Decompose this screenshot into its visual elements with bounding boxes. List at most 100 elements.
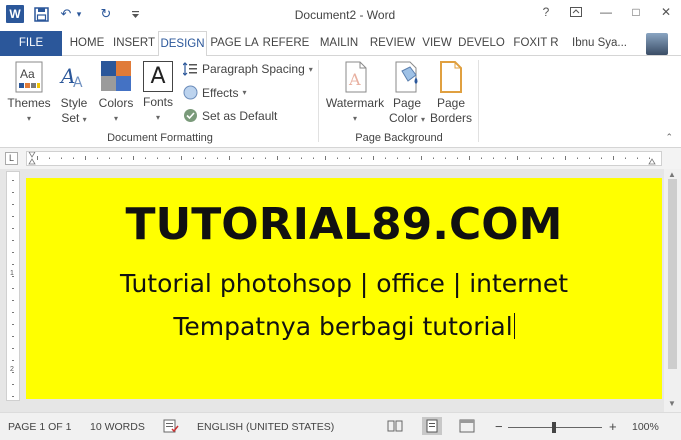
watermark-dropdown-icon: ▾ [352,114,357,123]
undo-icon[interactable]: ↶ [58,6,74,22]
ruler-tick [241,157,242,159]
tab-file[interactable]: FILE [0,31,62,56]
zoom-out-button[interactable]: − [495,419,503,434]
help-icon[interactable]: ? [531,0,561,24]
tab-selector[interactable]: L [5,152,18,165]
ruler-tick [385,157,386,159]
tab-page-layout[interactable]: PAGE LA [209,31,260,56]
effects-icon [183,85,198,100]
ruler-tick [481,157,482,159]
horizontal-ruler[interactable] [26,151,662,166]
minimize-icon[interactable]: — [591,0,621,24]
themes-dropdown-icon: ▾ [26,114,31,123]
save-icon[interactable] [33,6,49,22]
colors-button[interactable]: Colors ▾ [97,61,135,126]
style-set-label-1: Style [60,96,88,110]
customize-qat-icon[interactable] [127,6,143,22]
restore-icon[interactable]: □ [621,0,651,24]
print-layout-icon[interactable] [422,417,442,435]
tab-view[interactable]: VIEW [420,31,454,56]
ruler-tick [529,157,530,159]
page-borders-label-2: Borders [429,111,473,125]
paragraph-spacing-icon [183,62,197,76]
watermark-button[interactable]: A Watermark ▾ [324,61,386,126]
ruler-tick [121,157,122,159]
ribbon-tabs: FILE HOME INSERT DESIGN PAGE LA REFERE M… [0,31,681,57]
page-color-button[interactable]: Page Color ▾ [388,61,426,127]
ruler-tick [277,156,278,160]
ruler-tick [12,216,14,217]
tab-mailings[interactable]: MAILIN [313,31,365,56]
ruler-tick [541,157,542,159]
language[interactable]: ENGLISH (UNITED STATES) [197,421,334,433]
close-icon[interactable]: ✕ [651,0,681,24]
fonts-label: Fonts [142,95,173,109]
scrollbar-thumb[interactable] [668,179,677,369]
document-headline[interactable]: TUTORIAL89.COM [26,199,662,250]
ruler-tick [12,288,14,289]
set-as-default-button[interactable]: Set as Default [183,108,277,123]
tab-insert[interactable]: INSERT [111,31,157,56]
fonts-button[interactable]: A Fonts ▾ [139,61,177,125]
ruler-tick [37,156,38,160]
web-layout-icon[interactable] [459,419,475,436]
avatar[interactable] [646,33,668,55]
ruler-tick [469,156,470,160]
redo-icon[interactable]: ↻ [98,6,114,22]
vertical-ruler[interactable]: 1 2 [6,171,20,401]
ruler-tick [145,157,146,159]
page-count[interactable]: PAGE 1 OF 1 [8,421,71,433]
proofing-icon[interactable] [163,419,179,436]
tab-references[interactable]: REFERE [261,31,311,56]
effects-button[interactable]: Effects ▾ [183,85,246,100]
tab-foxit-reader[interactable]: FOXIT R [510,31,562,56]
tab-review[interactable]: REVIEW [367,31,418,56]
ruler-ticks [28,152,656,165]
ruler-tick [613,156,614,160]
ribbon-display-options-icon[interactable] [561,0,591,24]
ruler-tick [337,157,338,159]
document-page[interactable]: TUTORIAL89.COM Tutorial photohsop | offi… [26,178,662,399]
zoom-level[interactable]: 100% [632,421,659,433]
read-mode-icon[interactable] [387,419,403,436]
user-name[interactable]: Ibnu Sya... [572,31,627,56]
group-separator [318,60,319,142]
scroll-down-icon[interactable]: ▼ [668,399,676,408]
ruler-tick [217,157,218,159]
zoom-in-button[interactable]: + [609,419,617,434]
colors-icon [101,61,131,93]
themes-button[interactable]: Aa Themes ▾ [5,61,53,126]
svg-text:1: 1 [10,270,14,277]
paragraph-spacing-button[interactable]: Paragraph Spacing ▾ [183,62,313,76]
style-set-button[interactable]: AA Style Set ▾ [56,61,92,127]
ruler-tick [12,360,14,361]
word-app-icon[interactable]: W [6,5,24,23]
document-tagline[interactable]: Tempatnya berbagi tutorial [26,312,662,341]
ruler-tick [193,157,194,159]
fonts-icon: A [143,61,173,92]
ruler-tick [325,156,326,160]
zoom-slider-thumb[interactable] [552,422,556,433]
ruler-tick [265,157,266,159]
document-subtitle[interactable]: Tutorial photohsop | office | internet [26,269,662,298]
ruler-tick [12,396,14,397]
tab-home[interactable]: HOME [64,31,110,56]
ruler-tick [289,157,290,159]
ruler-tick [61,157,62,159]
page-borders-button[interactable]: Page Borders [428,61,474,126]
ruler-tick [12,348,14,349]
collapse-ribbon-icon[interactable]: ⌃ [665,132,673,143]
tab-design[interactable]: DESIGN [158,31,207,57]
paragraph-spacing-dropdown-icon: ▾ [308,64,313,74]
scroll-up-icon[interactable]: ▲ [668,170,676,179]
tab-developer[interactable]: DEVELO [455,31,508,56]
status-bar: PAGE 1 OF 1 10 WORDS ENGLISH (UNITED STA… [0,412,681,440]
ruler-area: L [0,148,681,169]
vertical-scrollbar[interactable]: ▲ ▼ [664,169,681,412]
ribbon-design: Aa Themes ▾ AA Style Set ▾ Colors ▾ A Fo… [0,56,681,148]
ruler-tick [649,157,650,159]
document-tagline-text[interactable]: Tempatnya berbagi tutorial [173,312,512,341]
page-color-icon [392,61,422,93]
undo-dropdown-icon[interactable]: ▾ [75,6,83,22]
word-count[interactable]: 10 WORDS [90,421,145,433]
